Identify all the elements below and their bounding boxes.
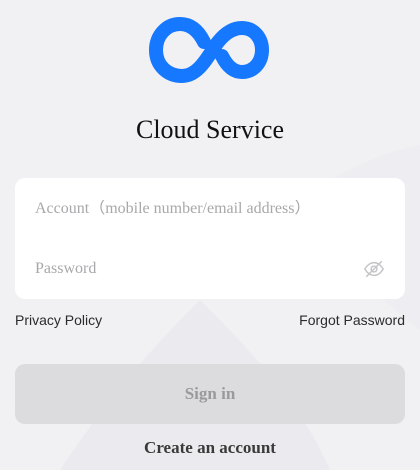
app-title: Cloud Service (135, 115, 285, 144)
password-input[interactable] (35, 260, 385, 278)
create-account-link[interactable]: Create an account (0, 438, 420, 458)
privacy-policy-link[interactable]: Privacy Policy (15, 312, 102, 328)
sign-in-button[interactable]: Sign in (15, 364, 405, 424)
forgot-password-link[interactable]: Forgot Password (299, 312, 405, 328)
password-field-row (35, 254, 385, 284)
cloud-infinity-logo-icon (148, 16, 270, 84)
auth-links: Privacy Policy Forgot Password (15, 312, 405, 332)
account-input[interactable] (35, 200, 385, 218)
account-field-row (35, 194, 385, 224)
login-form-card (15, 178, 405, 299)
eye-off-icon[interactable] (363, 258, 385, 280)
